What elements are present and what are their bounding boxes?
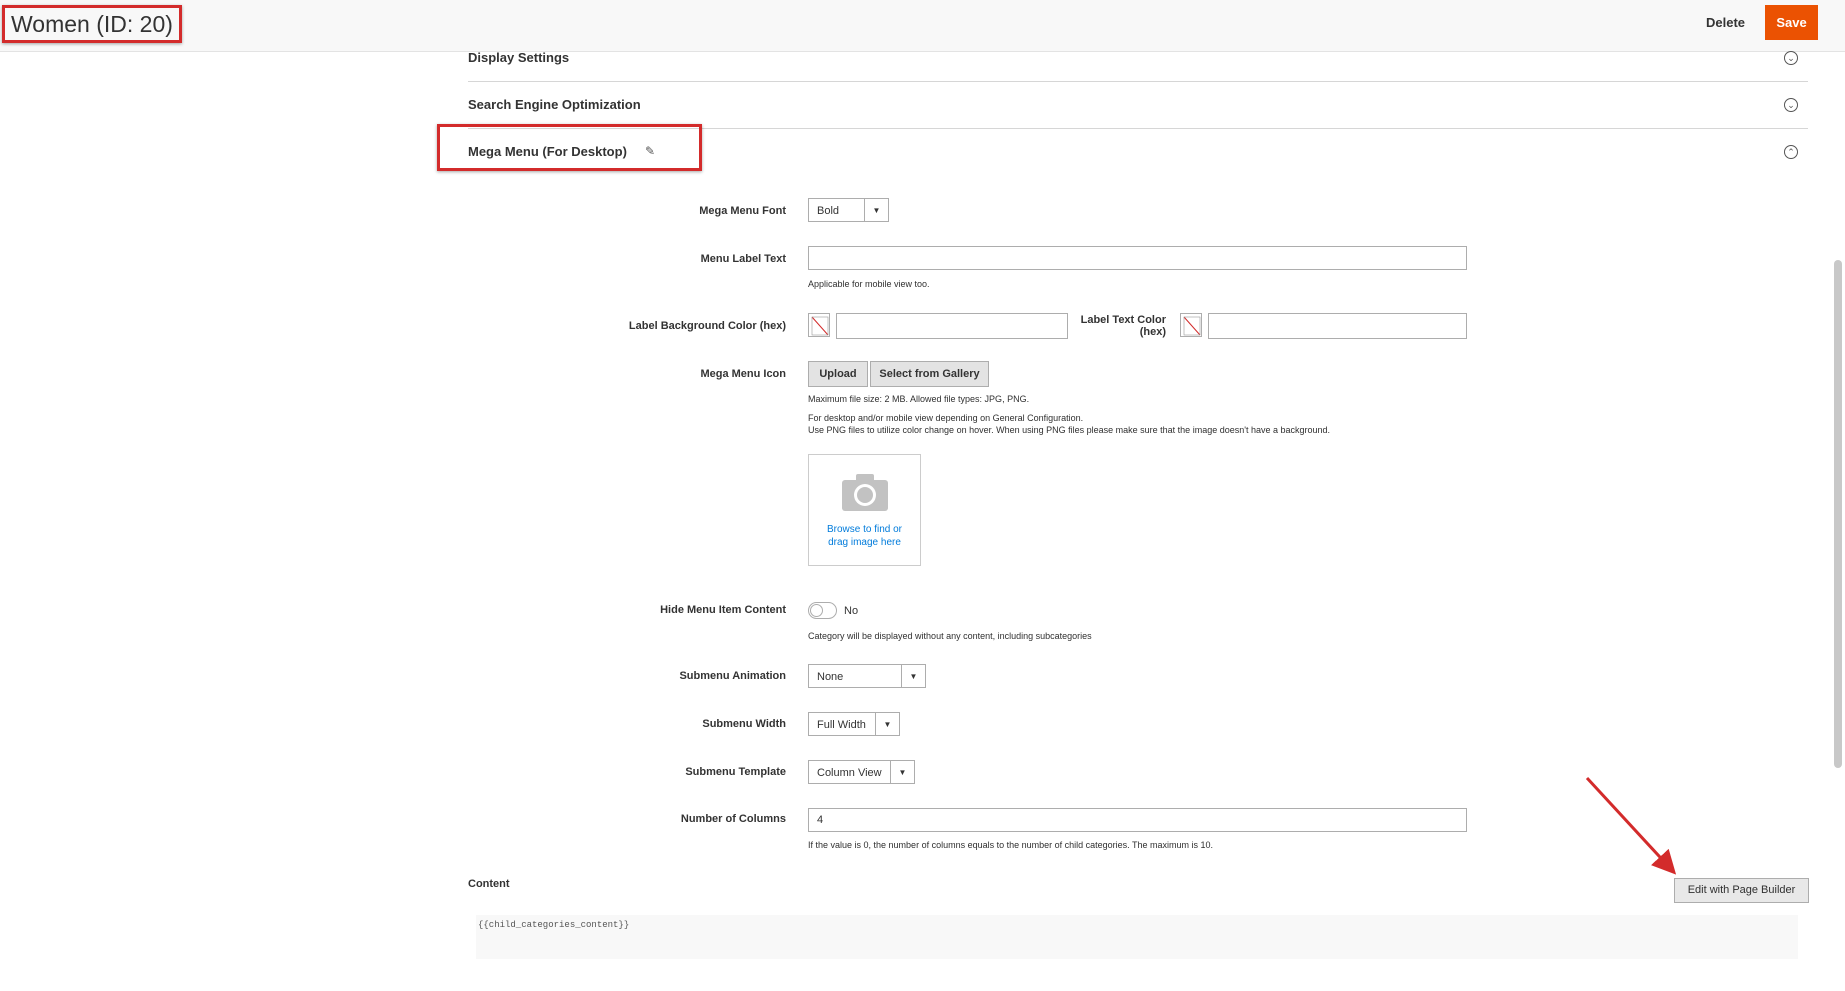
icon-note-png: Use PNG files to utilize color change on… (808, 425, 1331, 435)
label-bg-color-input[interactable] (836, 313, 1068, 339)
select-from-gallery-button[interactable]: Select from Gallery (870, 361, 989, 387)
submenu-width-value: Full Width (817, 719, 866, 731)
edit-with-page-builder-button[interactable]: Edit with Page Builder (1674, 878, 1809, 903)
submenu-animation-label: Submenu Animation (679, 670, 786, 682)
hide-content-state: No (844, 605, 859, 617)
chevron-up-icon[interactable]: ⌃ (1784, 145, 1798, 159)
upload-button[interactable]: Upload (808, 361, 868, 387)
red-arrow-annotation (1585, 776, 1677, 875)
content-label: Content (468, 878, 510, 890)
menu-label-text-input[interactable] (808, 246, 1467, 270)
submenu-animation-value: None (817, 671, 844, 683)
submenu-template-select[interactable]: Column View ▼ (808, 760, 915, 784)
content-editor[interactable]: {{child_categories_content}} (476, 915, 1798, 959)
dropzone-text[interactable]: Browse to find or drag image here (809, 523, 920, 549)
submenu-template-label: Submenu Template (685, 766, 786, 778)
toggle-knob (810, 604, 823, 617)
hide-content-note: Category will be displayed without any c… (808, 631, 1092, 641)
number-of-columns-note: If the value is 0, the number of columns… (808, 840, 1214, 850)
dropdown-arrow-icon: ▼ (890, 761, 914, 783)
content-value: {{child_categories_content}} (478, 920, 630, 930)
label-text-color-label-line2: (hex) (1139, 326, 1166, 338)
dropzone-line1: Browse to find or (826, 524, 903, 535)
color-swatch-icon[interactable] (1180, 313, 1202, 337)
chevron-down-icon[interactable]: ⌄ (1784, 98, 1798, 112)
section-mega-menu[interactable]: Mega Menu (For Desktop) (468, 144, 627, 159)
pencil-icon[interactable]: ✎ (645, 144, 655, 158)
submenu-animation-select[interactable]: None ▼ (808, 664, 926, 688)
hide-content-label: Hide Menu Item Content (660, 604, 786, 616)
page-title: Women (ID: 20) (2, 5, 182, 43)
icon-note-view: For desktop and/or mobile view depending… (808, 413, 1084, 423)
menu-label-text-label: Menu Label Text (700, 253, 786, 265)
menu-label-text-note: Applicable for mobile view too. (808, 279, 930, 289)
label-text-color-input[interactable] (1208, 313, 1467, 339)
dropdown-arrow-icon: ▼ (864, 199, 888, 221)
dropzone-line2: drag image here (828, 537, 901, 548)
image-dropzone[interactable]: Browse to find or drag image here (808, 454, 921, 566)
font-value: Bold (817, 205, 840, 217)
section-seo[interactable]: Search Engine Optimization (468, 97, 641, 112)
submenu-width-label: Submenu Width (702, 718, 786, 730)
font-label: Mega Menu Font (699, 205, 786, 217)
hide-content-toggle[interactable] (808, 602, 837, 619)
mega-menu-icon-label: Mega Menu Icon (700, 368, 786, 380)
number-of-columns-label: Number of Columns (680, 813, 786, 825)
divider (468, 81, 1808, 82)
camera-icon (842, 474, 888, 511)
label-text-color-label: Label Text Color (hex) (1070, 314, 1166, 338)
submenu-template-value: Column View (817, 767, 882, 779)
dropdown-arrow-icon: ▼ (875, 713, 899, 735)
section-display-settings[interactable]: Display Settings (468, 50, 569, 65)
font-select[interactable]: Bold ▼ (808, 198, 889, 222)
icon-note-filesize: Maximum file size: 2 MB. Allowed file ty… (808, 394, 1030, 404)
number-of-columns-input[interactable]: 4 (808, 808, 1467, 832)
delete-button[interactable]: Delete (1692, 8, 1759, 38)
label-bg-color-label: Label Background Color (hex) (628, 320, 786, 332)
save-button[interactable]: Save (1765, 5, 1818, 40)
color-swatch-icon[interactable] (808, 313, 830, 337)
scrollbar-thumb[interactable] (1834, 260, 1842, 768)
dropdown-arrow-icon: ▼ (901, 665, 925, 687)
submenu-width-select[interactable]: Full Width ▼ (808, 712, 900, 736)
label-text-color-label-line1: Label Text Color (1080, 314, 1166, 326)
chevron-down-icon[interactable]: ⌄ (1784, 51, 1798, 65)
page-header (0, 0, 1845, 52)
